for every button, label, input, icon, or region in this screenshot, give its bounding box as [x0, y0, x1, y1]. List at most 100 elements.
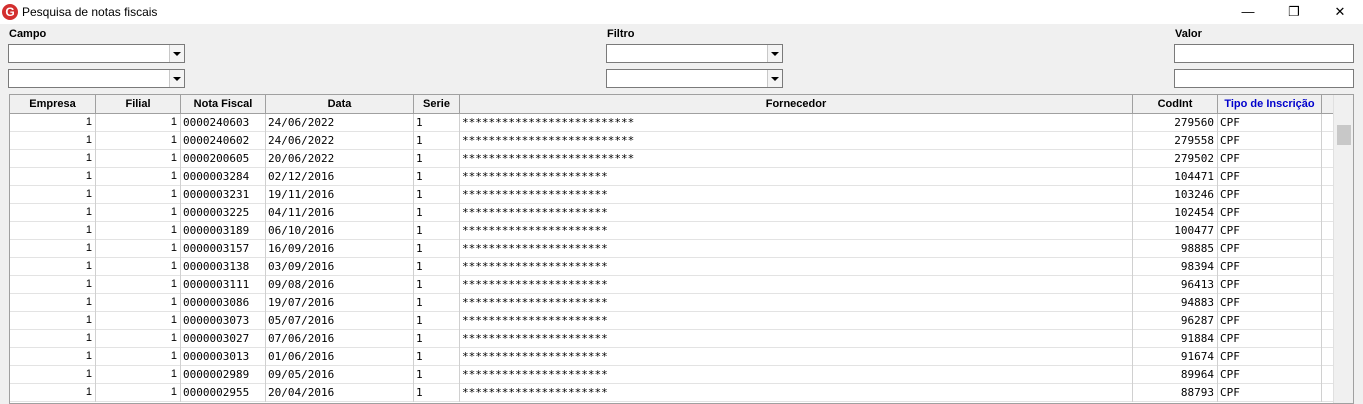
campo-select-2[interactable] — [8, 69, 185, 88]
cell-fornecedor: ********************** — [460, 294, 1133, 312]
cell-empresa: 1 — [10, 330, 96, 348]
cell-nota-fiscal: 0000003111 — [181, 276, 266, 294]
column-header-empresa[interactable]: Empresa — [10, 95, 96, 113]
cell-tipo-inscricao: CPF — [1218, 258, 1322, 276]
filtro-select-1[interactable] — [606, 44, 783, 63]
table-row[interactable]: 1 1 0000003086 19/07/2016 1 *****************… — [10, 294, 1333, 312]
cell-data: 24/06/2022 — [266, 114, 414, 132]
cell-fornecedor: ********************** — [460, 240, 1133, 258]
vertical-scrollbar[interactable] — [1333, 95, 1353, 403]
cell-fornecedor: ********************** — [460, 222, 1133, 240]
cell-serie: 1 — [414, 132, 460, 150]
cell-tipo-inscricao: CPF — [1218, 222, 1322, 240]
cell-empresa: 1 — [10, 294, 96, 312]
maximize-button[interactable]: ❐ — [1271, 0, 1317, 24]
cell-nota-fiscal: 0000002989 — [181, 366, 266, 384]
table-row[interactable]: 1 1 0000003111 09/08/2016 1 *****************… — [10, 276, 1333, 294]
cell-data: 19/11/2016 — [266, 186, 414, 204]
table-row[interactable]: 1 1 0000003013 01/06/2016 1 *****************… — [10, 348, 1333, 366]
cell-filial: 1 — [96, 222, 181, 240]
cell-fornecedor: ********************** — [460, 366, 1133, 384]
chevron-down-icon[interactable] — [767, 45, 782, 62]
valor-label: Valor — [1175, 28, 1202, 40]
table-row[interactable]: 1 1 0000003157 16/09/2016 1 *****************… — [10, 240, 1333, 258]
table-row[interactable]: 1 1 0000002989 09/05/2016 1 *****************… — [10, 366, 1333, 384]
chevron-down-icon[interactable] — [767, 70, 782, 87]
column-header-serie[interactable]: Serie — [414, 95, 460, 113]
cell-fornecedor: ************************** — [460, 114, 1133, 132]
cell-filial: 1 — [96, 294, 181, 312]
cell-nota-fiscal: 0000240602 — [181, 132, 266, 150]
cell-filial: 1 — [96, 186, 181, 204]
notas-fiscais-grid[interactable]: Empresa Filial Nota Fiscal Data Serie Fornece… — [9, 94, 1354, 404]
cell-tipo-inscricao: CPF — [1218, 384, 1322, 402]
cell-codint: 104471 — [1133, 168, 1218, 186]
valor-input-1[interactable] — [1174, 44, 1354, 63]
cell-serie: 1 — [414, 312, 460, 330]
cell-nota-fiscal: 0000240603 — [181, 114, 266, 132]
cell-empresa: 1 — [10, 150, 96, 168]
cell-serie: 1 — [414, 276, 460, 294]
column-header-tipo-inscricao[interactable]: Tipo de Inscrição — [1218, 95, 1322, 113]
cell-data: 01/06/2016 — [266, 348, 414, 366]
window-title: Pesquisa de notas fiscais — [22, 5, 158, 19]
table-row[interactable]: 1 1 0000002955 20/04/2016 1 *****************… — [10, 384, 1333, 402]
cell-filial: 1 — [96, 366, 181, 384]
cell-tipo-inscricao: CPF — [1218, 240, 1322, 258]
cell-serie: 1 — [414, 294, 460, 312]
minimize-button[interactable]: — — [1225, 0, 1271, 24]
cell-filial: 1 — [96, 348, 181, 366]
campo-select-1[interactable] — [8, 44, 185, 63]
cell-filial: 1 — [96, 330, 181, 348]
table-row[interactable]: 1 1 0000003231 19/11/2016 1 *****************… — [10, 186, 1333, 204]
cell-tipo-inscricao: CPF — [1218, 186, 1322, 204]
valor-input-2[interactable] — [1174, 69, 1354, 88]
cell-data: 07/06/2016 — [266, 330, 414, 348]
table-row[interactable]: 1 1 0000200605 20/06/2022 1 *****************… — [10, 150, 1333, 168]
column-header-fornecedor[interactable]: Fornecedor — [460, 95, 1133, 113]
table-row[interactable]: 1 1 0000003189 06/10/2016 1 *****************… — [10, 222, 1333, 240]
cell-codint: 98394 — [1133, 258, 1218, 276]
cell-empresa: 1 — [10, 222, 96, 240]
table-row[interactable]: 1 1 0000240603 24/06/2022 1 *****************… — [10, 114, 1333, 132]
table-row[interactable]: 1 1 0000003073 05/07/2016 1 *****************… — [10, 312, 1333, 330]
cell-serie: 1 — [414, 240, 460, 258]
cell-nota-fiscal: 0000002955 — [181, 384, 266, 402]
close-button[interactable]: ✕ — [1317, 0, 1363, 24]
cell-serie: 1 — [414, 114, 460, 132]
cell-filial: 1 — [96, 204, 181, 222]
table-row[interactable]: 1 1 0000003284 02/12/2016 1 *****************… — [10, 168, 1333, 186]
cell-empresa: 1 — [10, 204, 96, 222]
cell-codint: 88793 — [1133, 384, 1218, 402]
table-row[interactable]: 1 1 0000003225 04/11/2016 1 *****************… — [10, 204, 1333, 222]
cell-data: 09/05/2016 — [266, 366, 414, 384]
cell-data: 24/06/2022 — [266, 132, 414, 150]
cell-codint: 96413 — [1133, 276, 1218, 294]
cell-fornecedor: ********************** — [460, 312, 1133, 330]
cell-fornecedor: ********************** — [460, 168, 1133, 186]
cell-filial: 1 — [96, 276, 181, 294]
column-header-nota-fiscal[interactable]: Nota Fiscal — [181, 95, 266, 113]
chevron-down-icon[interactable] — [169, 70, 184, 87]
cell-data: 09/08/2016 — [266, 276, 414, 294]
cell-data: 20/06/2022 — [266, 150, 414, 168]
chevron-down-icon[interactable] — [169, 45, 184, 62]
cell-codint: 94883 — [1133, 294, 1218, 312]
scrollbar-thumb[interactable] — [1337, 125, 1351, 145]
cell-filial: 1 — [96, 114, 181, 132]
cell-codint: 102454 — [1133, 204, 1218, 222]
cell-data: 06/10/2016 — [266, 222, 414, 240]
table-row[interactable]: 1 1 0000003027 07/06/2016 1 *****************… — [10, 330, 1333, 348]
column-header-filial[interactable]: Filial — [96, 95, 181, 113]
filtro-select-2[interactable] — [606, 69, 783, 88]
cell-empresa: 1 — [10, 348, 96, 366]
cell-tipo-inscricao: CPF — [1218, 294, 1322, 312]
table-row[interactable]: 1 1 0000240602 24/06/2022 1 *****************… — [10, 132, 1333, 150]
column-header-codint[interactable]: CodInt — [1133, 95, 1218, 113]
cell-data: 04/11/2016 — [266, 204, 414, 222]
cell-nota-fiscal: 0000003013 — [181, 348, 266, 366]
title-bar: G Pesquisa de notas fiscais — ❐ ✕ — [0, 0, 1363, 24]
column-header-data[interactable]: Data — [266, 95, 414, 113]
table-row[interactable]: 1 1 0000003138 03/09/2016 1 *****************… — [10, 258, 1333, 276]
cell-data: 20/04/2016 — [266, 384, 414, 402]
